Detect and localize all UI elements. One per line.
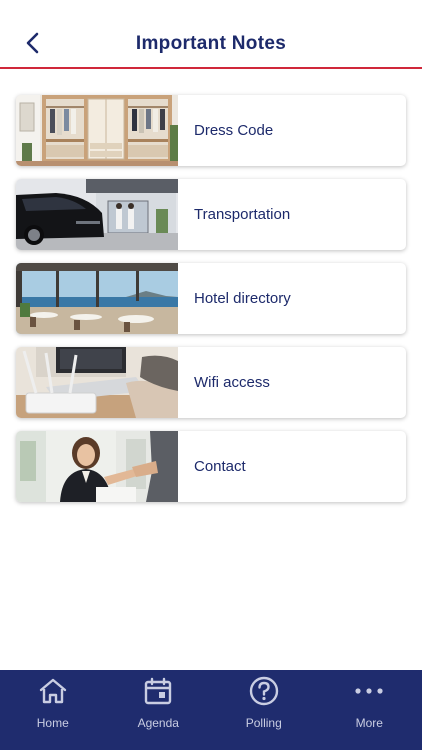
bottom-tab-bar: Home Agenda Polling More bbox=[0, 670, 422, 750]
tab-polling[interactable]: Polling bbox=[211, 670, 317, 750]
more-dots-icon bbox=[352, 676, 386, 706]
question-circle-icon bbox=[247, 676, 281, 706]
note-card-transportation[interactable]: Transportation bbox=[16, 179, 406, 250]
note-card-contact[interactable]: Contact bbox=[16, 431, 406, 502]
tab-label: Agenda bbox=[137, 716, 179, 730]
router-laptop-photo bbox=[16, 347, 178, 418]
tab-label: More bbox=[355, 716, 383, 730]
notes-list: Dress Code Transportation Hotel director… bbox=[16, 95, 406, 515]
home-icon bbox=[36, 676, 70, 706]
note-card-hotel-directory[interactable]: Hotel directory bbox=[16, 263, 406, 334]
note-label: Hotel directory bbox=[194, 290, 291, 307]
note-card-wifi-access[interactable]: Wifi access bbox=[16, 347, 406, 418]
wardrobe-photo bbox=[16, 95, 178, 166]
tab-label: Home bbox=[36, 716, 69, 730]
calendar-icon bbox=[141, 676, 175, 706]
tab-home[interactable]: Home bbox=[0, 670, 106, 750]
note-label: Contact bbox=[194, 458, 246, 475]
page-title: Important Notes bbox=[135, 33, 287, 54]
tab-more[interactable]: More bbox=[317, 670, 422, 750]
tab-label: Polling bbox=[245, 716, 282, 730]
handshake-businesswoman-photo bbox=[16, 431, 178, 502]
note-label: Wifi access bbox=[194, 374, 270, 391]
note-card-dress-code[interactable]: Dress Code bbox=[16, 95, 406, 166]
note-label: Dress Code bbox=[194, 122, 274, 139]
app-header: Important Notes bbox=[0, 0, 422, 70]
header-divider bbox=[0, 67, 422, 69]
hotel-restaurant-seaview-photo bbox=[16, 263, 178, 334]
note-label: Transportation bbox=[194, 206, 291, 223]
tab-agenda[interactable]: Agenda bbox=[106, 670, 212, 750]
car-hotel-entrance-photo bbox=[16, 179, 178, 250]
